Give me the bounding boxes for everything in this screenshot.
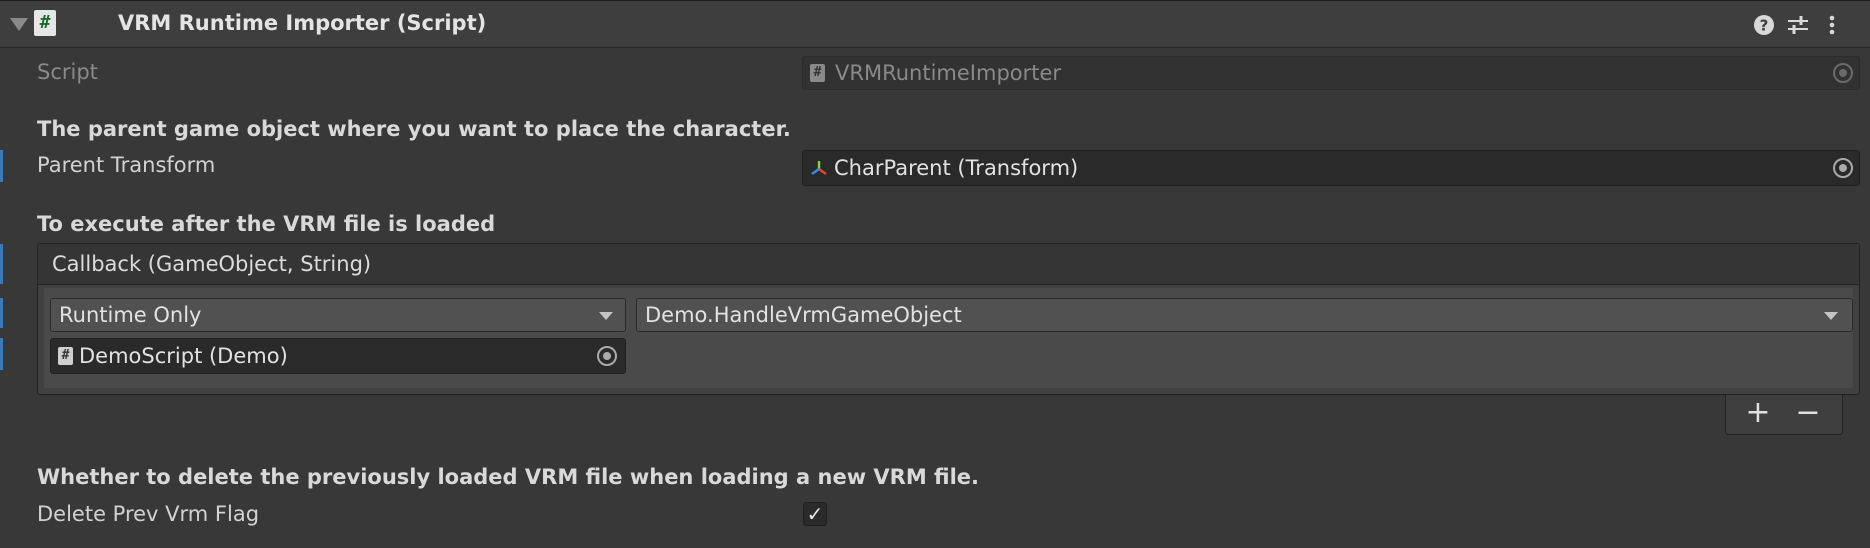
script-value: VRMRuntimeImporter [835,61,1062,85]
override-indicator [0,244,3,284]
override-indicator [0,150,3,182]
transform-icon [811,161,827,175]
parent-transform-label: Parent Transform [37,153,216,177]
delete-flag-label: Delete Prev Vrm Flag [37,502,260,526]
object-picker-icon [1833,63,1853,83]
target-object-value: DemoScript (Demo) [79,344,288,368]
component-title: VRM Runtime Importer (Script) [118,11,487,35]
script-icon: # [34,10,56,36]
unity-event-title: Callback (GameObject, String) [52,252,372,276]
function-dropdown[interactable]: Demo.HandleVrmGameObject [636,298,1853,332]
script-icon: # [58,347,73,365]
foldout-arrow-icon[interactable] [10,18,28,31]
script-field: # VRMRuntimeImporter [802,56,1860,90]
runtime-mode-dropdown[interactable]: Runtime Only [50,298,626,332]
help-icon[interactable]: ? [1750,11,1778,39]
unity-event-header: Callback (GameObject, String) [38,244,1859,285]
component-header[interactable]: # VRM Runtime Importer (Script) ? [0,0,1870,48]
script-label: Script [37,60,98,84]
parent-transform-field[interactable]: CharParent (Transform) [802,150,1860,186]
target-object-field[interactable]: # DemoScript (Demo) [50,338,626,374]
delete-prev-vrm-checkbox[interactable]: ✓ [803,502,827,526]
parent-header: The parent game object where you want to… [37,117,791,141]
script-icon: # [810,64,825,82]
override-indicator [0,338,3,370]
presets-icon[interactable] [1784,11,1812,39]
runtime-mode-value: Runtime Only [59,303,202,327]
override-indicator [0,298,3,328]
kebab-menu-icon[interactable] [1818,11,1846,39]
svg-text:?: ? [1760,17,1769,35]
chevron-down-icon [599,312,613,320]
object-picker-icon[interactable] [1833,158,1853,178]
object-picker-icon[interactable] [597,346,617,366]
unity-event-box: Callback (GameObject, String) Runtime On… [37,243,1860,395]
delete-flag-header: Whether to delete the previously loaded … [37,465,980,489]
remove-listener-button[interactable]: − [1788,393,1828,433]
add-remove-footer: + − [1725,395,1843,435]
parent-transform-value: CharParent (Transform) [834,156,1079,180]
chevron-down-icon [1824,312,1838,320]
callback-header: To execute after the VRM file is loaded [37,212,496,236]
add-listener-button[interactable]: + [1738,393,1778,433]
function-value: Demo.HandleVrmGameObject [645,303,962,327]
